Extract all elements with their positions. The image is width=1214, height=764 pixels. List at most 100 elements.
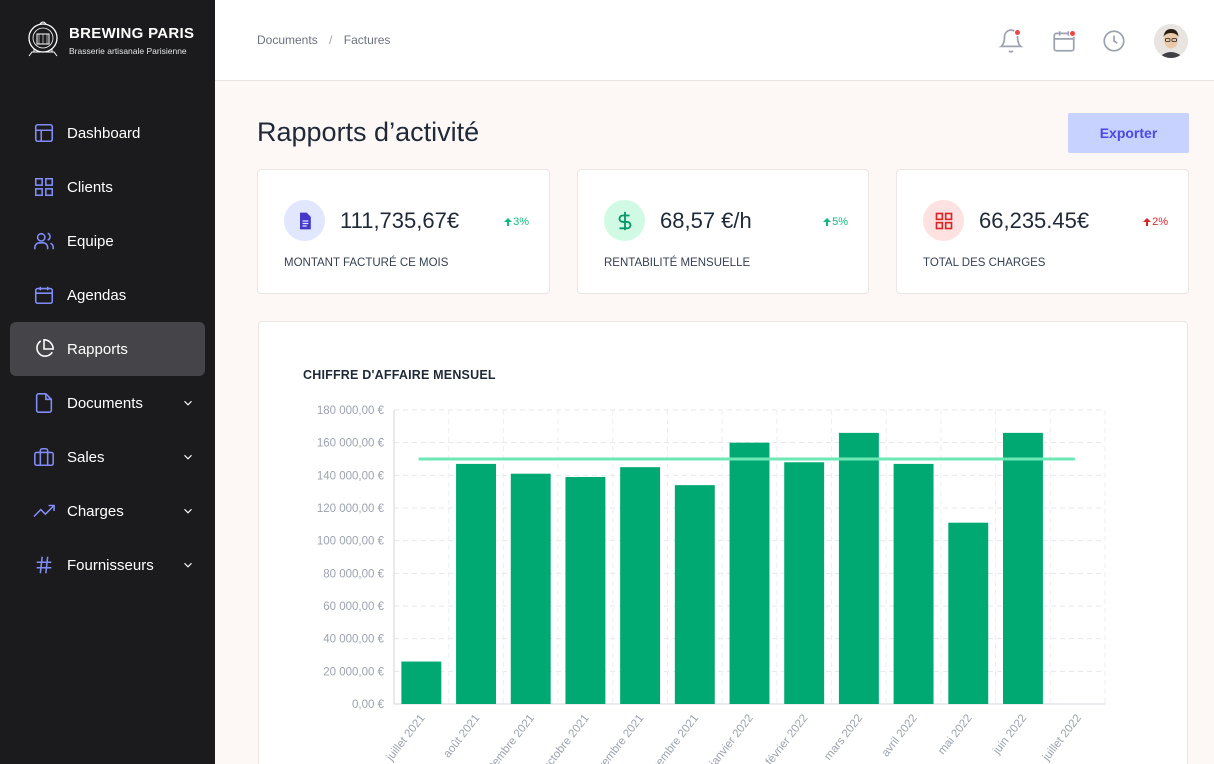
breadcrumb-item-factures[interactable]: Factures: [344, 33, 391, 47]
calendar-icon: [32, 283, 56, 307]
sidebar-item-label: Sales: [67, 448, 105, 466]
x-tick-label: février 2022: [764, 712, 811, 764]
document-icon: [299, 212, 311, 229]
chart-bar: [1002, 432, 1043, 704]
sidebar: BREWING PARIS Brasserie artisanale Paris…: [0, 0, 215, 764]
chart-bar: [948, 522, 989, 704]
sidebar-item-documents[interactable]: Documents: [10, 376, 205, 430]
chart-bar: [456, 463, 497, 704]
sidebar-item-label: Agendas: [67, 286, 127, 304]
history-button[interactable]: [1101, 28, 1127, 54]
sidebar-item-label: Clients: [67, 178, 113, 196]
stat-card-charges: 66,235.45€ 2% TOTAL DES CHARGES: [896, 169, 1189, 294]
sidebar-item-sales[interactable]: Sales: [10, 430, 205, 484]
sidebar-item-label: Charges: [67, 502, 124, 520]
y-tick-label: 140 000,00 €: [317, 470, 385, 482]
x-tick-label: mars 2022: [822, 712, 865, 762]
calendar-button[interactable]: [1051, 28, 1077, 54]
y-tick-label: 60 000,00 €: [323, 601, 384, 613]
x-tick-label: septembre 2021: [476, 712, 537, 764]
breadcrumb-item-documents[interactable]: Documents: [257, 33, 318, 47]
chart-bar: [893, 463, 934, 704]
chart-bar: [401, 661, 442, 704]
sidebar-nav: Dashboard Clients Equipe Agendas Rapport…: [10, 106, 205, 592]
sidebar-item-fournisseurs[interactable]: Fournisseurs: [10, 538, 205, 592]
x-tick-label: juin 2022: [991, 712, 1030, 757]
x-tick-label: août 2021: [441, 712, 482, 760]
briefcase-icon: [32, 445, 56, 469]
notifications-button[interactable]: [998, 28, 1024, 54]
export-button[interactable]: Exporter: [1068, 113, 1189, 153]
brand[interactable]: BREWING PARIS Brasserie artisanale Paris…: [24, 18, 194, 62]
stat-label: TOTAL DES CHARGES: [923, 257, 1046, 269]
arrow-up-icon: [504, 218, 513, 226]
y-tick-label: 20 000,00 €: [323, 666, 384, 678]
bar-chart: 0,00 € 20 000,00 € 40 000,00 € 60 000,00 € 8…: [317, 405, 1106, 764]
stat-label: MONTANT FACTURÉ CE MOIS: [284, 257, 449, 269]
stat-value: 111,735,67€: [340, 208, 460, 233]
sidebar-item-label: Rapports: [67, 340, 128, 358]
sidebar-item-equipe[interactable]: Equipe: [10, 214, 205, 268]
sidebar-item-label: Documents: [67, 394, 143, 412]
grid-icon: [32, 175, 56, 199]
notification-dot: [1069, 30, 1076, 37]
stat-label: RENTABILITÉ MENSUELLE: [604, 257, 751, 269]
stat-trend: 2%: [1142, 216, 1168, 228]
y-tick-label: 0,00 €: [352, 699, 385, 711]
pie-chart-icon: [32, 337, 56, 361]
layout-icon: [32, 121, 56, 145]
chevron-down-icon[interactable]: [181, 558, 195, 572]
sidebar-item-clients[interactable]: Clients: [10, 160, 205, 214]
chart-bar: [674, 485, 715, 704]
chart-bar: [784, 462, 825, 704]
sidebar-item-label: Equipe: [67, 232, 114, 250]
arrow-up-icon: [823, 218, 832, 226]
topbar: Documents / Factures: [215, 0, 1214, 81]
sidebar-item-label: Fournisseurs: [67, 556, 154, 574]
stat-trend-value: 2%: [1152, 216, 1168, 228]
x-tick-label: octobre 2021: [541, 712, 592, 764]
chart-bar: [620, 467, 661, 704]
stat-icon-wrap: [284, 200, 325, 241]
x-tick-label: mai 2022: [936, 712, 975, 757]
stat-icon-wrap: [604, 200, 645, 241]
chart-bar: [565, 476, 606, 704]
brand-name: BREWING PARIS: [69, 24, 195, 42]
brand-subtitle: Brasserie artisanale Parisienne: [69, 45, 187, 56]
user-avatar-icon: [1154, 24, 1188, 58]
clock-icon: [1103, 30, 1125, 52]
y-tick-label: 120 000,00 €: [317, 503, 385, 515]
notification-dot: [1014, 29, 1021, 36]
arrow-up-icon: [1143, 218, 1152, 226]
sidebar-item-agendas[interactable]: Agendas: [10, 268, 205, 322]
stat-card-billed: 111,735,67€ 3% MONTANT FACTURÉ CE MOIS: [257, 169, 550, 294]
sidebar-item-label: Dashboard: [67, 124, 141, 142]
chart-card: CHIFFRE D'AFFAIRE MENSUEL 0,00 €20 000,0…: [258, 321, 1188, 764]
breadcrumb: Documents / Factures: [257, 33, 390, 47]
chevron-down-icon[interactable]: [181, 396, 195, 410]
stat-card-profitability: 68,57 €/h 5% RENTABILITÉ MENSUELLE: [577, 169, 869, 294]
sidebar-item-rapports[interactable]: Rapports: [10, 322, 205, 376]
x-tick-label: novembre 2021: [588, 712, 647, 764]
x-tick-label: avril 2022: [880, 712, 920, 759]
stat-value: 68,57 €/h: [660, 208, 752, 233]
breadcrumb-separator: /: [329, 33, 333, 47]
chevron-down-icon[interactable]: [181, 450, 195, 464]
chevron-down-icon[interactable]: [181, 504, 195, 518]
chart-bar: [838, 432, 879, 704]
y-tick-label: 40 000,00 €: [323, 634, 384, 646]
sidebar-item-charges[interactable]: Charges: [10, 484, 205, 538]
stat-trend-value: 3%: [513, 216, 529, 228]
dollar-icon: [618, 211, 631, 230]
avatar[interactable]: [1154, 24, 1188, 58]
y-tick-label: 180 000,00 €: [317, 405, 385, 417]
stat-icon-wrap: [923, 200, 964, 241]
page-title: Rapports d’activité: [257, 117, 480, 147]
x-tick-label: janvier 2022: [707, 712, 756, 764]
grid-icon: [935, 212, 952, 229]
hash-icon: [32, 553, 56, 577]
sidebar-item-dashboard[interactable]: Dashboard: [10, 106, 205, 160]
trending-up-icon: [32, 499, 56, 523]
chart-bar: [510, 473, 551, 704]
chart-bar: [729, 442, 770, 704]
